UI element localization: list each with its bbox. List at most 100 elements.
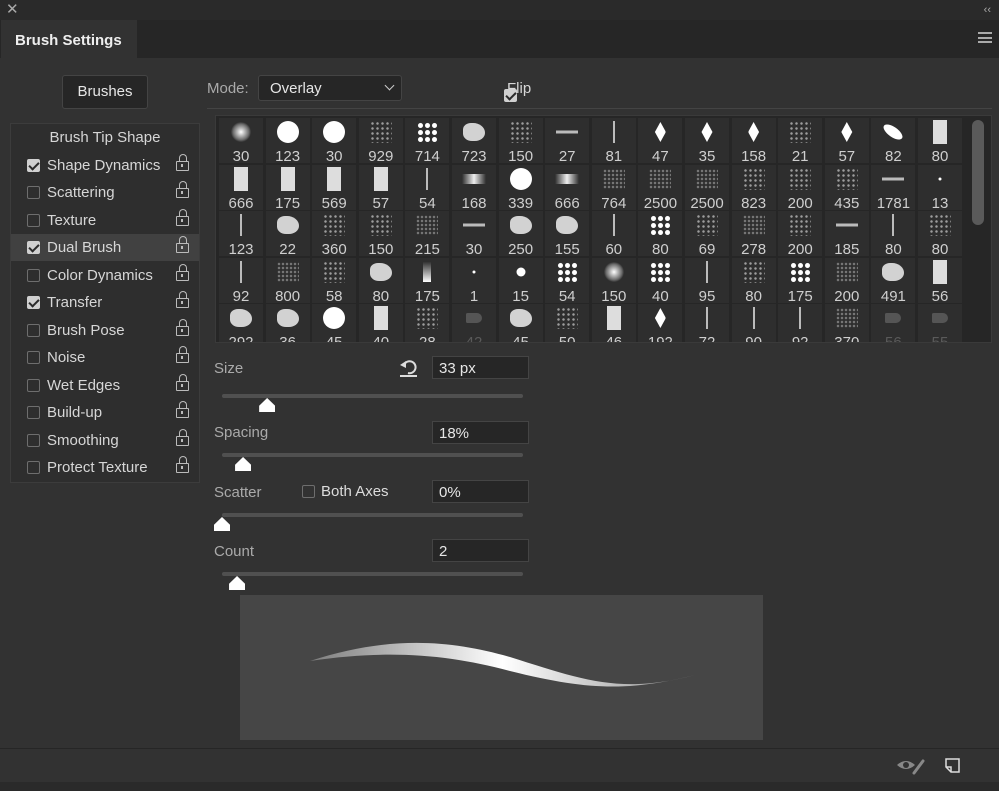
- lock-icon[interactable]: [176, 318, 189, 336]
- grid-scrollbar[interactable]: [972, 120, 984, 225]
- lock-icon[interactable]: [176, 263, 189, 281]
- lock-icon[interactable]: [176, 456, 189, 473]
- brush-tip-blob[interactable]: 250: [498, 211, 543, 258]
- close-icon[interactable]: ✕: [6, 0, 19, 20]
- reset-icon[interactable]: [399, 358, 418, 377]
- count-input[interactable]: 2: [432, 539, 529, 562]
- checkbox-icon[interactable]: [27, 351, 40, 364]
- brush-tip-rect[interactable]: 666: [219, 164, 263, 212]
- brush-tip-hline[interactable]: 1781: [871, 164, 916, 212]
- brush-tip-dimtip[interactable]: 55: [918, 304, 962, 342]
- checkbox-icon[interactable]: [27, 268, 40, 282]
- checkbox-icon[interactable]: [27, 433, 40, 447]
- checkbox-icon[interactable]: [27, 296, 40, 309]
- count-slider-thumb[interactable]: [229, 576, 246, 590]
- brush-tip-blob[interactable]: 155: [545, 211, 590, 258]
- brush-tip-faint[interactable]: 2500: [638, 164, 683, 212]
- checkbox-icon[interactable]: [27, 241, 40, 254]
- lock-icon[interactable]: [176, 153, 189, 171]
- checkbox-icon[interactable]: [27, 158, 40, 172]
- brush-tip-dimtip[interactable]: 56: [871, 304, 916, 342]
- brush-tip-tiny[interactable]: 1: [452, 257, 496, 305]
- brush-tip-speck[interactable]: 69: [685, 211, 729, 258]
- lock-icon[interactable]: [176, 208, 189, 226]
- double-chevron-left-icon[interactable]: ‹‹: [984, 0, 991, 20]
- sidebar-item-dual-brush[interactable]: Dual Brush: [11, 234, 199, 261]
- brushes-button[interactable]: Brushes: [62, 75, 148, 109]
- checkbox-icon[interactable]: [27, 323, 40, 337]
- brush-tip-dots[interactable]: 714: [405, 118, 450, 165]
- brush-tip-speck[interactable]: 150: [358, 211, 403, 258]
- brush-tip-faint[interactable]: 764: [591, 164, 636, 212]
- brush-tip-round[interactable]: 339: [498, 164, 543, 212]
- brush-tip-diamond[interactable]: 158: [731, 118, 776, 165]
- checkbox-icon[interactable]: [27, 213, 40, 227]
- sidebar-item-color-dynamics[interactable]: Color Dynamics: [11, 262, 199, 289]
- brush-tip-dots[interactable]: 80: [638, 211, 683, 258]
- brush-tip-dots[interactable]: 40: [638, 257, 683, 305]
- brush-tip-ellipse[interactable]: 82: [871, 118, 916, 165]
- brush-tip-faint[interactable]: 2500: [685, 164, 729, 212]
- lock-icon[interactable]: [176, 181, 189, 198]
- brush-tip-hline[interactable]: 30: [452, 211, 496, 258]
- sidebar-item-shape-dynamics[interactable]: Shape Dynamics: [11, 152, 199, 179]
- checkbox-icon[interactable]: [302, 485, 315, 498]
- brush-tip-rect[interactable]: 569: [312, 164, 357, 212]
- brush-tip-speck[interactable]: 200: [778, 211, 823, 258]
- brush-tip-diamond[interactable]: 192: [638, 304, 683, 342]
- sidebar-item-protect-texture[interactable]: Protect Texture: [11, 454, 199, 481]
- eye-brush-icon[interactable]: [896, 757, 926, 775]
- brush-tip-speck[interactable]: 80: [918, 211, 962, 258]
- brush-tip-line[interactable]: 60: [591, 211, 636, 258]
- brush-tip-stroke[interactable]: 666: [545, 164, 590, 212]
- brush-tip-diamond[interactable]: 57: [824, 118, 869, 165]
- brush-tip-faint[interactable]: 370: [824, 304, 869, 342]
- spacing-slider[interactable]: [222, 453, 523, 471]
- brush-tip-faint[interactable]: 800: [265, 257, 310, 305]
- brush-tip-round[interactable]: 45: [312, 304, 357, 342]
- scatter-slider[interactable]: [214, 513, 523, 531]
- lock-icon[interactable]: [176, 401, 189, 418]
- brush-tip-speck[interactable]: 50: [545, 304, 590, 342]
- brush-tip-rect[interactable]: 56: [918, 257, 962, 305]
- mode-select[interactable]: Overlay: [258, 75, 402, 101]
- brush-tip-grad[interactable]: 175: [405, 257, 450, 305]
- brush-tip-soft[interactable]: 30: [219, 118, 263, 165]
- scatter-slider-thumb[interactable]: [214, 517, 230, 531]
- brush-tip-speck[interactable]: 823: [731, 164, 776, 212]
- spacing-slider-thumb[interactable]: [235, 457, 252, 471]
- checkbox-icon[interactable]: [504, 89, 517, 102]
- brush-tip-dot[interactable]: 15: [498, 257, 543, 305]
- checkbox-icon[interactable]: [27, 378, 40, 392]
- size-input[interactable]: 33 px: [432, 356, 529, 379]
- count-slider[interactable]: [222, 572, 523, 590]
- brush-tip-speck[interactable]: 435: [824, 164, 869, 212]
- brush-tip-line[interactable]: 72: [685, 304, 729, 342]
- brush-tip-hline[interactable]: 27: [545, 118, 590, 165]
- brush-tip-tiny[interactable]: 13: [918, 164, 962, 212]
- brush-tip-stroke[interactable]: 168: [452, 164, 496, 212]
- brush-tip-line[interactable]: 123: [219, 211, 263, 258]
- brush-tip-diamond[interactable]: 47: [638, 118, 683, 165]
- checkbox-icon[interactable]: [27, 461, 40, 474]
- brush-tip-dots[interactable]: 54: [545, 257, 590, 305]
- lock-icon[interactable]: [176, 236, 189, 253]
- brush-tip-speck[interactable]: 80: [731, 257, 776, 305]
- brush-tip-blob[interactable]: 723: [452, 118, 496, 165]
- brush-tip-faint[interactable]: 278: [731, 211, 776, 258]
- size-slider-thumb[interactable]: [259, 398, 276, 412]
- brush-tip-blob[interactable]: 292: [219, 304, 263, 342]
- tab-brush-settings[interactable]: Brush Settings: [1, 20, 137, 58]
- brush-tip-speck[interactable]: 28: [405, 304, 450, 342]
- brush-tip-line[interactable]: 80: [871, 211, 916, 258]
- brush-tip-line[interactable]: 95: [685, 257, 729, 305]
- brush-tip-speck[interactable]: 150: [498, 118, 543, 165]
- brush-tip-round[interactable]: 30: [312, 118, 357, 165]
- lock-icon[interactable]: [176, 428, 189, 446]
- sidebar-item-noise[interactable]: Noise: [11, 344, 199, 371]
- brush-tip-line[interactable]: 92: [778, 304, 823, 342]
- sidebar-item-wet-edges[interactable]: Wet Edges: [11, 372, 199, 399]
- scatter-input[interactable]: 0%: [432, 480, 529, 503]
- brush-tip-speck[interactable]: 21: [778, 118, 823, 165]
- brush-tip-blob[interactable]: 45: [498, 304, 543, 342]
